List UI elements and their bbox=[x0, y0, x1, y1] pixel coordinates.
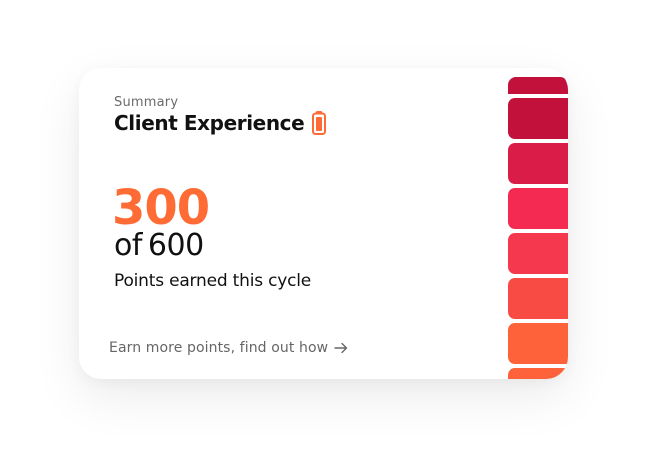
earn-more-link[interactable]: Earn more points, find out how bbox=[109, 340, 348, 356]
progress-segment bbox=[508, 98, 568, 139]
total-points-value: 600 bbox=[147, 228, 204, 263]
progress-segment bbox=[508, 368, 568, 379]
progress-segments bbox=[508, 68, 568, 379]
eyebrow-label: Summary bbox=[114, 95, 179, 110]
progress-segment bbox=[508, 233, 568, 274]
title-row: Client Experience bbox=[114, 111, 327, 135]
progress-segment bbox=[508, 188, 568, 229]
summary-card: Summary Client Experience 300 of 600 Poin… bbox=[79, 68, 568, 379]
progress-segment bbox=[508, 278, 568, 319]
battery-icon bbox=[312, 111, 327, 135]
progress-segment bbox=[508, 143, 568, 184]
arrow-right-icon bbox=[334, 342, 348, 354]
progress-segment bbox=[508, 77, 568, 94]
points-caption: Points earned this cycle bbox=[114, 271, 312, 291]
progress-segment bbox=[508, 323, 568, 364]
points-earned-value: 300 bbox=[112, 180, 210, 236]
earn-more-link-label: Earn more points, find out how bbox=[109, 340, 329, 356]
total-prefix: of bbox=[114, 228, 142, 263]
card-title: Client Experience bbox=[114, 111, 305, 135]
total-points: of 600 bbox=[114, 231, 204, 261]
